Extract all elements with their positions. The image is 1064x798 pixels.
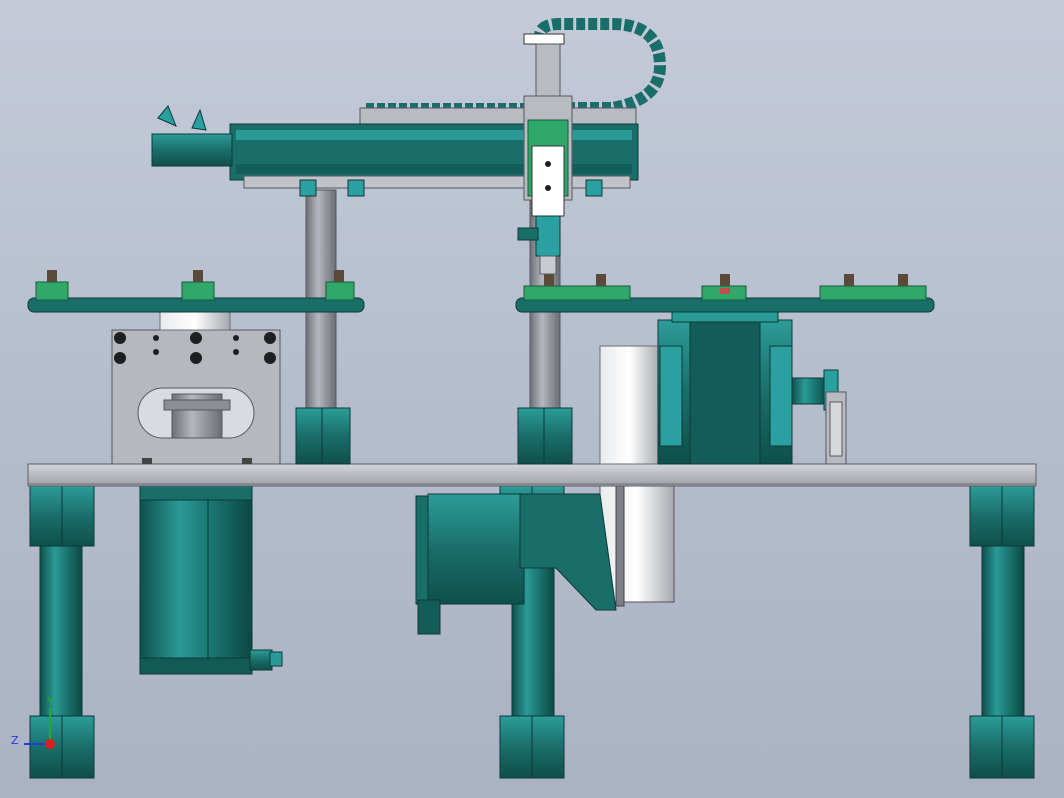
cable-chain bbox=[366, 18, 667, 114]
z-axis-carriage bbox=[517, 95, 573, 275]
axis-triad-icon bbox=[24, 708, 55, 749]
cad-viewport: Y Z bbox=[0, 0, 1064, 798]
leg-right bbox=[969, 485, 1035, 779]
y-axis-label: Y bbox=[47, 695, 54, 708]
z-axis-label: Z bbox=[11, 734, 19, 747]
vertical-motor bbox=[139, 485, 283, 675]
coordinate-triad: Y Z bbox=[8, 695, 68, 758]
table-top-plate bbox=[27, 463, 1037, 487]
assembly-drawing bbox=[27, 18, 1037, 779]
coupling-bracket bbox=[111, 311, 281, 465]
right-shelf bbox=[515, 274, 935, 313]
column-left bbox=[295, 189, 351, 465]
rotary-gearbox bbox=[599, 311, 847, 465]
